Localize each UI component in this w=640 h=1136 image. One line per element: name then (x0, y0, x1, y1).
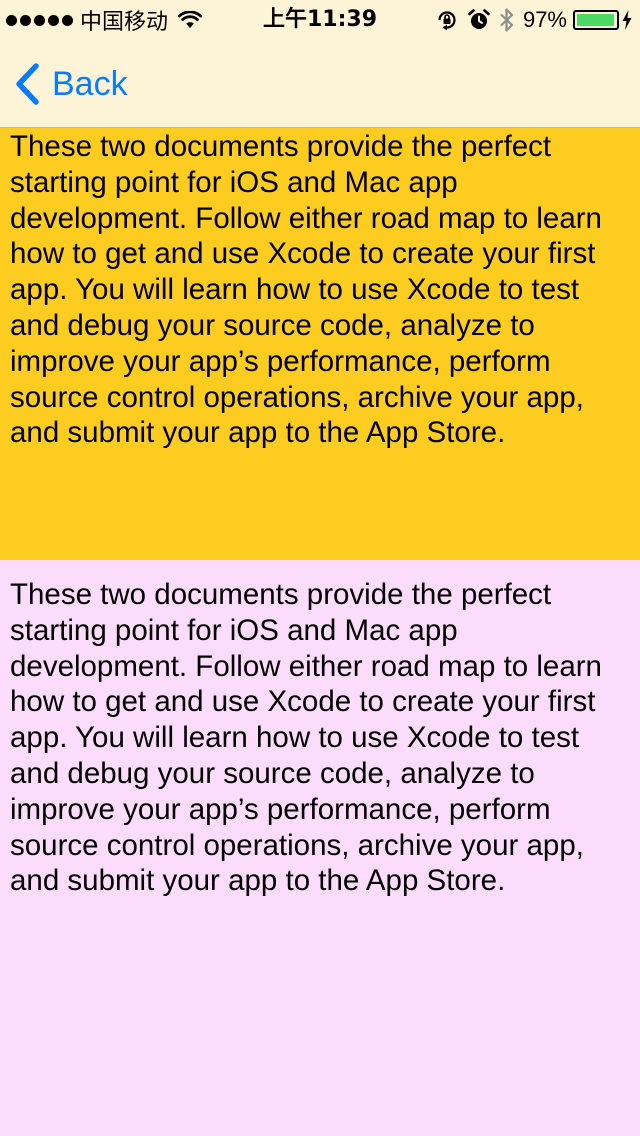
signal-dots-icon (6, 14, 76, 26)
navigation-bar: Back (0, 40, 640, 128)
status-right: 97% (435, 0, 632, 40)
back-button-label: Back (52, 64, 128, 103)
alarm-icon (468, 9, 490, 29)
charging-icon (622, 10, 632, 30)
battery-icon (573, 10, 619, 30)
rotation-lock-icon (438, 11, 456, 31)
battery-level-fill (577, 14, 614, 26)
back-button[interactable]: Back (14, 40, 128, 128)
carrier-name: 中国移动 (80, 10, 169, 35)
panel-body-text: These two documents provide the perfect … (10, 130, 602, 450)
battery-percent: 97% (522, 7, 567, 32)
text-panel-pink: These two documents provide the perfect … (0, 560, 640, 1136)
text-panel-yellow: These two documents provide the perfect … (0, 128, 640, 560)
chevron-left-icon (16, 63, 39, 105)
status-left: 中国移动 (0, 0, 203, 40)
panel-body-text: These two documents provide the perfect … (10, 578, 602, 898)
wifi-icon (178, 11, 203, 28)
bluetooth-icon (500, 8, 514, 32)
status-bar: 中国移动 上午11:39 97% (0, 0, 640, 40)
